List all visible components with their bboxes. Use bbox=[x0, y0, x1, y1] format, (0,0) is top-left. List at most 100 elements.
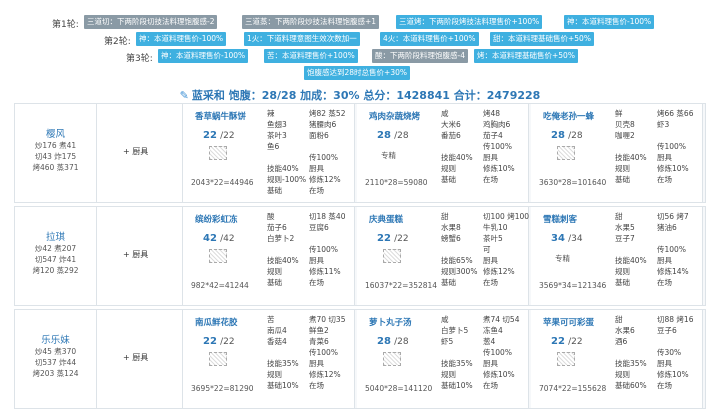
dish-quantity[interactable]: 28 /28 bbox=[377, 130, 409, 141]
dish-card[interactable]: 苹果可可彩蛋 22 /22 7074*22=155628 甜 切88 烤16 水果… bbox=[531, 310, 703, 408]
dish-card[interactable]: 缤纷彩虹冻 42 /42 982*42=41244 酸 切18 蒸40 茄子6 豆… bbox=[183, 207, 355, 305]
rule-tag[interactable]: 甜：本道料理基础售价+50% bbox=[490, 32, 594, 46]
detail-right: 在场 bbox=[483, 175, 498, 184]
detail-right: 传100% bbox=[309, 348, 338, 357]
detail-right: 在场 bbox=[657, 175, 672, 184]
dish-name[interactable]: 吃俺老孙一蜂 bbox=[543, 110, 594, 122]
detail-line: 茄子6 豆腐6 bbox=[267, 222, 357, 233]
dish-total: 16037*22=352814 bbox=[365, 281, 438, 290]
rule-tag[interactable]: 酸：下两阶段料理饱腹感-4 bbox=[372, 49, 468, 63]
dish-name[interactable]: 香草蜗牛酥饼 bbox=[195, 110, 246, 122]
dish-card[interactable]: 鸡肉杂蔬烧烤 28 /28 专精 2110*28=59080 咸 烤48 大米6 鸡… bbox=[357, 104, 529, 202]
dish-quantity[interactable]: 34 /34 bbox=[551, 233, 583, 244]
detail-left: 基础 bbox=[267, 186, 282, 195]
summary-line: ✎ 蓝采和 饱腹：28/28 加成：30% 总分：1428841 合计：24792… bbox=[0, 87, 720, 103]
dish-total: 3630*28=101640 bbox=[539, 178, 607, 187]
detail-right: 虾3 bbox=[657, 120, 670, 129]
dish-name[interactable]: 缤纷彩虹冻 bbox=[195, 213, 238, 225]
dish-quantity[interactable]: 22 /22 bbox=[203, 130, 235, 141]
dish-details: 苦 煮70 切35 南瓜4 鲜鱼2 香菇4 青菜6 传100% 技能35% 厨具… bbox=[267, 314, 357, 391]
rule-tag[interactable]: 三道切：下两阶段切技法料理饱腹感-2 bbox=[84, 15, 218, 29]
dish-qty-max: /22 bbox=[394, 234, 409, 244]
rule-tag[interactable]: 三道烤：下两阶段烤技法料理售价+100% bbox=[396, 15, 543, 29]
detail-line: 传100% bbox=[267, 244, 357, 255]
detail-right: 在场 bbox=[309, 186, 324, 195]
detail-line: 传100% bbox=[615, 141, 705, 152]
detail-right: 修炼10% bbox=[657, 370, 689, 379]
dish-image-icon bbox=[209, 352, 227, 366]
chef-card[interactable]: 樱风 炒176 煮41 切43 炸175 烤460 蒸371 bbox=[15, 104, 97, 202]
detail-line: 咖喱2 bbox=[615, 130, 705, 141]
detail-line: 甜 切56 烤7 bbox=[615, 211, 705, 222]
detail-line: 技能40% 厨具 bbox=[615, 255, 705, 266]
rule-tag[interactable]: 神：本道料理售价-100% bbox=[564, 15, 655, 29]
dish-details: 咸 烤48 大米6 鸡胸肉6 番茄6 茄子4 传100% 技能40% 厨具 规则… bbox=[441, 108, 531, 185]
rule-tag[interactable]: 4火：本道料理售价+100% bbox=[380, 32, 479, 46]
round-row-2: 第2轮: 神：本道料理售价-100% 1火：下道料理意图生效次数加一 4火：本道… bbox=[0, 31, 720, 48]
detail-left: 贝壳8 bbox=[615, 120, 635, 129]
detail-left: 技能40% bbox=[441, 153, 473, 162]
dish-name[interactable]: 南瓜鲜花胶 bbox=[195, 316, 238, 328]
rule-tag[interactable]: 神：本道料理售价-100% bbox=[158, 49, 249, 63]
detail-left: 规则 bbox=[615, 370, 630, 379]
dish-qty-max: /22 bbox=[220, 131, 235, 141]
chef-card[interactable]: 拉琪 炒42 煮207 切547 炸41 烤120 蒸292 bbox=[15, 207, 97, 305]
detail-line: 规则 修炼10% bbox=[615, 163, 705, 174]
rule-tag[interactable]: 神：本道料理售价-100% bbox=[136, 32, 227, 46]
detail-right: 切56 烤7 bbox=[657, 212, 689, 221]
detail-left: 咖喱2 bbox=[615, 131, 635, 140]
chef-row: 乐乐妹 炒45 煮370 切537 炸44 烤203 蒸124 + 厨具 南瓜鲜花胶 … bbox=[14, 309, 706, 409]
pencil-icon[interactable]: ✎ bbox=[180, 89, 189, 102]
detail-line: 基础10% 在场 bbox=[441, 380, 531, 391]
dish-quantity[interactable]: 22 /22 bbox=[551, 336, 583, 347]
detail-line: 螃蟹6 茶叶5 bbox=[441, 233, 531, 244]
detail-left bbox=[267, 244, 309, 255]
detail-line: 豆子7 bbox=[615, 233, 705, 244]
detail-right: 豆腐6 bbox=[309, 223, 329, 232]
dish-image-icon bbox=[209, 146, 227, 160]
detail-left bbox=[615, 347, 657, 358]
dish-card[interactable]: 萝卜丸子汤 28 /28 5040*28=141120 咸 煮74 切54 白萝卜… bbox=[357, 310, 529, 408]
dish-card[interactable]: 南瓜鲜花胶 22 /22 3695*22=81290 苦 煮70 切35 南瓜4 … bbox=[183, 310, 355, 408]
detail-left: 番茄6 bbox=[441, 131, 461, 140]
detail-left: 基础 bbox=[441, 278, 456, 287]
dish-name[interactable]: 苹果可可彩蛋 bbox=[543, 316, 594, 328]
dish-name[interactable]: 庆典蛋糕 bbox=[369, 213, 403, 225]
detail-line: 规则-100% 修炼12% bbox=[267, 174, 357, 185]
equip-slot[interactable]: + 厨具 bbox=[97, 207, 183, 305]
dish-card[interactable]: 雪糕刺客 34 /34 专精 3569*34=121346 甜 切56 烤7 水果5… bbox=[531, 207, 703, 305]
detail-line: 技能35% 厨具 bbox=[441, 358, 531, 369]
dish-card[interactable]: 吃俺老孙一蜂 28 /28 3630*28=101640 鲜 烤66 蒸66 贝壳… bbox=[531, 104, 703, 202]
equip-slot[interactable]: + 厨具 bbox=[97, 104, 183, 202]
dish-details: 甜 切100 烤100 水果8 牛乳10 螃蟹6 茶叶5 可 技能65% 厨具 … bbox=[441, 211, 531, 288]
detail-right: 在场 bbox=[309, 278, 324, 287]
detail-line: 水果6 豆子6 bbox=[615, 325, 705, 336]
detail-line: 茶叶3 面粉6 bbox=[267, 130, 357, 141]
dish-name[interactable]: 雪糕刺客 bbox=[543, 213, 577, 225]
detail-left: 规则 bbox=[441, 370, 456, 379]
dish-quantity[interactable]: 42 /42 bbox=[203, 233, 235, 244]
detail-line: 苦 煮70 切35 bbox=[267, 314, 357, 325]
dish-name[interactable]: 鸡肉杂蔬烧烤 bbox=[369, 110, 420, 122]
rule-tag[interactable]: 三道蒸：下两阶段炒技法料理饱腹感+1 bbox=[242, 15, 380, 29]
rule-tag[interactable]: 烤：本道料理基础售价+50% bbox=[474, 49, 578, 63]
rule-tag[interactable]: 1火：下道料理意图生效次数加一 bbox=[244, 32, 360, 46]
dish-quantity[interactable]: 28 /28 bbox=[377, 336, 409, 347]
dish-quantity[interactable]: 28 /28 bbox=[551, 130, 583, 141]
detail-right bbox=[657, 233, 699, 244]
dish-card[interactable]: 香草蜗牛酥饼 22 /22 2043*22=44946 辣 烤82 蒸52 鱼翅3… bbox=[183, 104, 355, 202]
detail-right: 厨具 bbox=[309, 359, 324, 368]
round-rules: 第1轮: 三道切：下两阶段切技法料理饱腹感-2 三道蒸：下两阶段炒技法料理饱腹感… bbox=[0, 14, 720, 82]
detail-left: 技能40% bbox=[615, 256, 647, 265]
rule-tag[interactable]: 饱腹感达到28时总售价+30% bbox=[304, 66, 410, 80]
detail-right: 修炼12% bbox=[309, 370, 341, 379]
dish-name[interactable]: 萝卜丸子汤 bbox=[369, 316, 412, 328]
equip-slot[interactable]: + 厨具 bbox=[97, 310, 183, 408]
chef-card[interactable]: 乐乐妹 炒45 煮370 切537 炸44 烤203 蒸124 bbox=[15, 310, 97, 408]
detail-right: 面粉6 bbox=[309, 131, 329, 140]
dish-card[interactable]: 庆典蛋糕 22 /22 16037*22=352814 甜 切100 烤100 水… bbox=[357, 207, 529, 305]
dish-quantity[interactable]: 22 /22 bbox=[203, 336, 235, 347]
detail-line: 基础 在场 bbox=[615, 174, 705, 185]
dish-quantity[interactable]: 22 /22 bbox=[377, 233, 409, 244]
rule-tag[interactable]: 苦：本道料理售价+100% bbox=[264, 49, 358, 63]
